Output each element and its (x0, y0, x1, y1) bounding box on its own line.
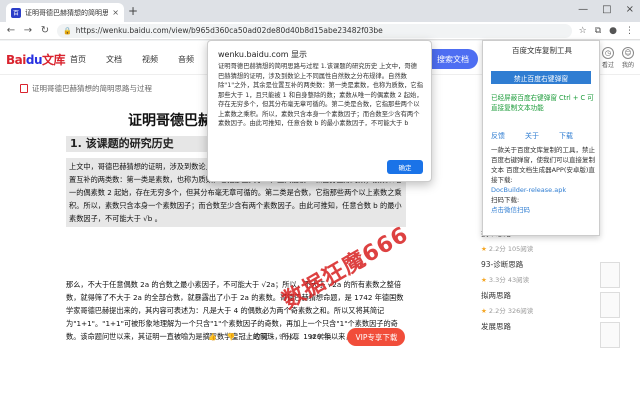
history-link[interactable]: ◷ 看过 (601, 47, 614, 69)
extension-description: 一款关于百度文库复制的工具，禁止百度右键弹窗，使我们可以直接复制文本 百度文档生… (491, 146, 595, 215)
thumbnail[interactable] (600, 262, 620, 288)
vip-download-button[interactable]: VIP专享下载 (347, 328, 406, 346)
dialog-ok-button[interactable]: 确定 (387, 160, 423, 174)
thumbnail[interactable] (600, 292, 620, 318)
reload-button[interactable]: ↻ (40, 25, 50, 36)
thumbs-down-icon: 👎 (226, 333, 236, 341)
related-item[interactable]: 93-诊断思路 ★ 3.3分 43阅读 (481, 259, 601, 284)
site-nav: 首页 文档 视频 音频 文集 (70, 54, 230, 65)
share-icon: ⇪ (277, 333, 284, 341)
clock-icon: ◷ (601, 47, 614, 59)
related-docs: 换个思路 ★ 2.2分 105阅读 93-诊断思路 ★ 3.3分 43阅读 拟两… (481, 228, 601, 338)
convert-button[interactable]: ⇄ 转换 (310, 332, 332, 342)
related-item[interactable]: 发展思路 (481, 321, 601, 332)
browser-toolbar: ← → ↻ 🔒 https://wenku.baidu.com/view/b96… (0, 22, 640, 40)
apk-download-link[interactable]: DocBuilder-release.apk (491, 185, 595, 195)
search-button[interactable]: 搜索文档 (428, 49, 478, 69)
pdf-icon (20, 84, 28, 93)
extension-status: 已经屏蔽百度右键弹窗 Ctrl + C 可直接复制文本功能 (491, 94, 594, 112)
convert-icon: ⇄ (309, 333, 316, 341)
dislike-button[interactable]: 👎 (227, 333, 236, 341)
nav-item-video[interactable]: 视频 (142, 54, 158, 65)
extensions-icon[interactable]: ⧉ (595, 26, 601, 36)
tab-close-icon[interactable]: × (112, 8, 119, 17)
bottom-action-bar: 👍 👎 ☆ 收藏 ⇪ 分享 ⇄ 转换 VIP专享下载 (208, 326, 454, 348)
about-link[interactable]: 关于 (525, 131, 539, 141)
extension-popup: 百度文库复制工具 禁止百度右键弹窗 已经屏蔽百度右键弹窗 Ctrl + C 可直… (482, 40, 600, 236)
doc-thumbnails (600, 262, 620, 348)
profile-icon[interactable]: ● (609, 26, 617, 36)
download-link[interactable]: 下载 (559, 131, 573, 141)
breadcrumb: 证明哥德巴赫猜想的简明思路与过程 (20, 83, 152, 94)
nav-item-home[interactable]: 首页 (70, 54, 86, 65)
like-button[interactable]: 👍 (208, 333, 217, 341)
feedback-link[interactable]: 反馈 (491, 131, 505, 141)
baidu-favicon-icon: 百 (11, 7, 21, 18)
maximize-button[interactable]: □ (602, 4, 611, 15)
nav-item-audio[interactable]: 音频 (178, 54, 194, 65)
nav-item-docs[interactable]: 文档 (106, 54, 122, 65)
browser-tab[interactable]: 百 证明哥德巴赫猜想的简明思路与过程 × (6, 3, 124, 22)
back-button[interactable]: ← (6, 25, 16, 36)
close-window-button[interactable]: × (626, 4, 634, 15)
address-bar[interactable]: 🔒 https://wenku.baidu.com/view/b965d360c… (57, 23, 572, 38)
header-right-icons: ◷ 看过 ☺ 我的 (601, 47, 634, 69)
alert-dialog: wenku.baidu.com 显示 证明哥德巴赫猜想的简明思路与过程 1.该课… (207, 40, 432, 182)
star-icon: ★ (481, 276, 487, 284)
doc-title: 证明哥德巴赫 (128, 113, 212, 129)
breadcrumb-title: 证明哥德巴赫猜想的简明思路与过程 (32, 84, 152, 93)
minimize-button[interactable]: — (578, 4, 588, 15)
thumbnail[interactable] (600, 322, 620, 348)
lock-icon: 🔒 (63, 26, 72, 35)
tab-title: 证明哥德巴赫猜想的简明思路与过程 (25, 8, 109, 17)
my-account-link[interactable]: ☺ 我的 (621, 47, 634, 69)
tab-strip: 百 证明哥德巴赫猜想的简明思路与过程 × + — □ × (0, 0, 640, 22)
forward-button[interactable]: → (23, 25, 33, 36)
block-right-click-popup-button[interactable]: 禁止百度右键弹窗 (491, 71, 591, 84)
dialog-message: 证明哥德巴赫猜想的简明思路与过程 1.该课题的研究历史 上文中，哥德巴赫猜想的证… (218, 63, 424, 127)
wechat-scan-link[interactable]: 点击微信扫码 (491, 205, 595, 215)
url-text: https://wenku.baidu.com/view/b965d360ca5… (75, 26, 383, 35)
menu-icon[interactable]: ⋮ (625, 26, 634, 36)
dialog-title: wenku.baidu.com 显示 (218, 50, 308, 59)
share-button[interactable]: ⇪ 分享 (278, 332, 300, 342)
new-tab-button[interactable]: + (128, 4, 138, 18)
extension-links: 反馈 关于 下载 (491, 131, 573, 141)
star-outline-icon: ☆ (245, 333, 252, 341)
collect-button[interactable]: ☆ 收藏 (245, 332, 267, 342)
extension-title: 百度文库复制工具 (512, 46, 572, 55)
related-item[interactable]: 拟两思路 ★ 2.2分 326阅读 (481, 290, 601, 315)
star-icon: ★ (481, 307, 487, 315)
user-icon: ☺ (621, 47, 634, 59)
window-controls: — □ × (578, 4, 634, 15)
star-icon[interactable]: ☆ (579, 26, 587, 36)
thumbs-up-icon: 👍 (208, 333, 217, 341)
baidu-wenku-logo[interactable]: Baidu文库 (6, 51, 66, 68)
star-icon: ★ (481, 245, 487, 253)
